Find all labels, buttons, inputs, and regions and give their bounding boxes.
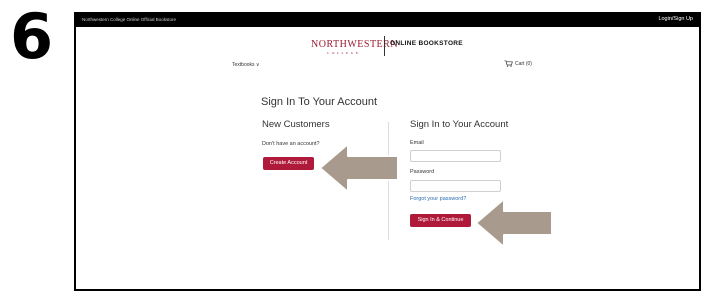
- password-field[interactable]: [410, 180, 501, 192]
- logo-sub: COLLEGE: [327, 51, 361, 55]
- pointer-arrow-icon: [319, 143, 399, 193]
- logo-store-text: ONLINE BOOKSTORE: [390, 40, 463, 47]
- cart-label: Cart (0): [515, 60, 532, 67]
- browser-screenshot: Northwestern College Online Official Boo…: [74, 12, 701, 291]
- new-customers-heading: New Customers: [262, 119, 330, 130]
- cart-icon: [504, 60, 513, 67]
- page-title: Sign In To Your Account: [261, 96, 377, 108]
- email-field[interactable]: [410, 150, 501, 162]
- pointer-arrow-icon: [475, 198, 553, 248]
- forgot-password-link[interactable]: Forgot your password?: [410, 196, 466, 202]
- create-account-button[interactable]: Create Account: [263, 157, 314, 170]
- logo-name: NORTHWESTERN: [311, 39, 399, 50]
- top-bar: Northwestern College Online Official Boo…: [76, 14, 699, 27]
- password-label: Password: [410, 169, 435, 175]
- step-number: 6: [10, 0, 54, 73]
- login-signup-link[interactable]: Login/Sign Up: [658, 16, 693, 22]
- no-account-prompt: Don't have an account?: [262, 141, 320, 147]
- logo-divider: [384, 36, 385, 56]
- signin-continue-button[interactable]: Sign In & Continue: [410, 214, 471, 227]
- textbooks-menu[interactable]: Textbooks ∨: [232, 62, 260, 68]
- email-label: Email: [410, 140, 424, 146]
- signin-heading: Sign In to Your Account: [410, 119, 509, 130]
- cart-link[interactable]: Cart (0): [504, 60, 532, 67]
- site-name: Northwestern College Online Official Boo…: [82, 17, 176, 22]
